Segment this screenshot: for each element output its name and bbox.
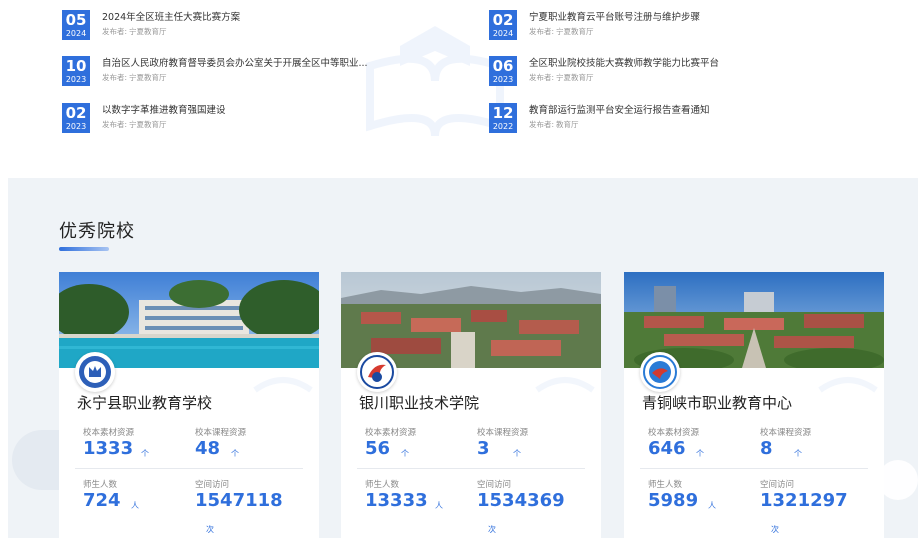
school-logo [357, 352, 397, 392]
visits-value: 1534369 [477, 490, 565, 511]
material-unit: 个 [141, 449, 149, 458]
news-item[interactable]: 02 2023 以数字字革推进教育强国建设发布者: 宁夏教育厅 [62, 103, 226, 137]
visits-label: 空间访问 [195, 480, 230, 490]
page: 05 2024 2024年全区班主任大赛比赛方案 发布者: 宁夏教育厅 02 2024 … [0, 0, 918, 538]
school-logo [640, 352, 680, 392]
visits-label: 空间访问 [760, 480, 795, 490]
visits-value: 1321297 [760, 490, 848, 511]
material-unit: 个 [401, 449, 409, 458]
material-unit: 个 [696, 449, 704, 458]
material-value: 56 [365, 438, 391, 459]
date-badge: 06 2023 [489, 56, 517, 86]
people-unit: 人 [131, 501, 139, 510]
date-year: 2024 [65, 28, 87, 38]
news-item[interactable]: 12 2022 教育部运行监测平台安全运行报告查看通知发布者: 教育厅 [489, 103, 710, 137]
publisher-label: 发布者: [102, 27, 128, 36]
date-year: 2023 [65, 121, 87, 131]
date-badge: 10 2023 [62, 56, 90, 86]
news-item[interactable]: 02 2024 宁夏职业教育云平台账号注册与维护步骤发布者: 宁夏教育厅 [489, 10, 700, 44]
school-logo [75, 352, 115, 392]
publisher: 宁夏教育厅 [129, 27, 167, 36]
course-unit: 个 [794, 449, 802, 458]
date-day: 12 [492, 103, 514, 122]
course-label: 校本课程资源 [195, 428, 247, 438]
publisher: 宁夏教育厅 [129, 73, 167, 82]
visits-label: 空间访问 [477, 480, 512, 490]
course-value: 3 [477, 438, 490, 459]
school-name[interactable]: 银川职业技术学院 [359, 392, 479, 413]
divider [357, 468, 585, 469]
visits-unit: 次 [488, 525, 496, 534]
title-underline [59, 247, 109, 251]
news-title[interactable]: 教育部运行监测平台安全运行报告查看通知 [529, 104, 710, 117]
people-value: 724 [83, 490, 121, 511]
people-label: 师生人数 [648, 480, 683, 490]
date-badge: 12 2022 [489, 103, 517, 133]
background-decoration [878, 460, 918, 500]
news-item[interactable]: 10 2023 自治区人民政府教育督导委员会办公室关于开展全区中等职业... 发布者… [62, 56, 368, 90]
visits-unit: 次 [771, 525, 779, 534]
material-value: 1333 [83, 438, 134, 459]
publisher: 宁夏教育厅 [129, 120, 167, 129]
publisher: 教育厅 [556, 120, 579, 129]
people-label: 师生人数 [365, 480, 400, 490]
section-title: 优秀院校 [59, 221, 135, 242]
news-item[interactable]: 05 2024 2024年全区班主任大赛比赛方案发布者: 宁夏教育厅 [62, 10, 240, 44]
card-watermark-icon [535, 377, 595, 393]
course-value: 8 [760, 438, 773, 459]
material-label: 校本素材资源 [365, 428, 417, 438]
publisher-label: 发布者: [529, 120, 555, 129]
date-day: 10 [65, 56, 87, 75]
publisher: 宁夏教育厅 [556, 73, 594, 82]
course-unit: 个 [231, 449, 239, 458]
date-day: 06 [492, 56, 514, 75]
date-badge: 02 2023 [62, 103, 90, 133]
school-name[interactable]: 青铜峡市职业教育中心 [642, 392, 792, 413]
card-watermark-icon [253, 377, 313, 393]
school-card[interactable]: 青铜峡市职业教育中心 校本素材资源 646 个 校本课程资源 8 个 师生人数 … [624, 272, 884, 538]
material-value: 646 [648, 438, 686, 459]
news-title[interactable]: 全区职业院校技能大赛教师教学能力比赛平台 [529, 57, 719, 70]
date-day: 05 [65, 10, 87, 29]
publisher-label: 发布者: [102, 120, 128, 129]
school-card[interactable]: 永宁县职业教育学校 校本素材资源 1333 个 校本课程资源 48 个 师生人数… [59, 272, 319, 538]
course-label: 校本课程资源 [760, 428, 812, 438]
date-day: 02 [492, 10, 514, 29]
news-title[interactable]: 自治区人民政府教育督导委员会办公室关于开展全区中等职业... [102, 57, 368, 70]
people-unit: 人 [708, 501, 716, 510]
date-day: 02 [65, 103, 87, 122]
news-title[interactable]: 2024年全区班主任大赛比赛方案 [102, 11, 240, 24]
course-unit: 个 [513, 449, 521, 458]
news-section: 05 2024 2024年全区班主任大赛比赛方案 发布者: 宁夏教育厅 02 2024 … [0, 0, 918, 178]
people-value: 5989 [648, 490, 699, 511]
publisher-label: 发布者: [529, 73, 555, 82]
people-value: 13333 [365, 490, 428, 511]
date-year: 2024 [492, 28, 514, 38]
material-label: 校本素材资源 [83, 428, 135, 438]
publisher-label: 发布者: [529, 27, 555, 36]
date-year: 2022 [492, 121, 514, 131]
publisher-label: 发布者: [102, 73, 128, 82]
people-unit: 人 [435, 501, 443, 510]
material-label: 校本素材资源 [648, 428, 700, 438]
news-title[interactable]: 以数字字革推进教育强国建设 [102, 104, 226, 117]
date-badge: 02 2024 [489, 10, 517, 40]
date-badge: 05 2024 [62, 10, 90, 40]
school-name[interactable]: 永宁县职业教育学校 [77, 392, 212, 413]
visits-value: 1547118 [195, 490, 283, 511]
visits-unit: 次 [206, 525, 214, 534]
news-item[interactable]: 06 2023 全区职业院校技能大赛教师教学能力比赛平台发布者: 宁夏教育厅 [489, 56, 719, 90]
card-watermark-icon [818, 377, 878, 393]
course-value: 48 [195, 438, 221, 459]
date-year: 2023 [492, 74, 514, 84]
date-year: 2023 [65, 74, 87, 84]
school-card[interactable]: 银川职业技术学院 校本素材资源 56 个 校本课程资源 3 个 师生人数 133… [341, 272, 601, 538]
news-title[interactable]: 宁夏职业教育云平台账号注册与维护步骤 [529, 11, 700, 24]
divider [640, 468, 868, 469]
course-label: 校本课程资源 [477, 428, 529, 438]
people-label: 师生人数 [83, 480, 118, 490]
publisher: 宁夏教育厅 [556, 27, 594, 36]
divider [75, 468, 303, 469]
